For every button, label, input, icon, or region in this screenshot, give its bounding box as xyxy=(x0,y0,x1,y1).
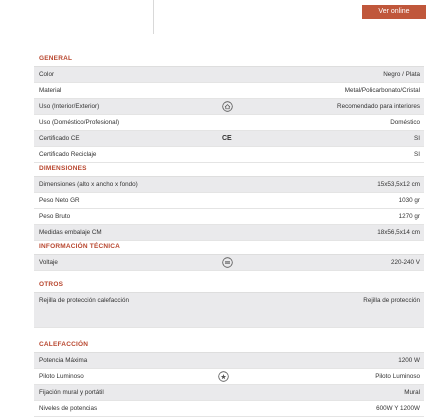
spec-label: Uso (Doméstico/Profesional) xyxy=(39,119,120,126)
spec-row: Dimensiones (alto x ancho x fondo) 15x53… xyxy=(34,177,424,193)
spec-label: Uso (Interior/Exterior) xyxy=(39,103,100,110)
spec-value: 1270 gr xyxy=(398,213,420,220)
spec-label: Potencia Máxima xyxy=(39,357,88,364)
spec-value: Rejilla de protección xyxy=(363,297,420,304)
spec-value: 1200 W xyxy=(398,357,420,364)
spec-value: Piloto Luminoso xyxy=(375,373,420,380)
spec-label: Peso Neto GR xyxy=(39,197,80,204)
pilot-light-icon xyxy=(218,371,229,382)
spec-row: Material Metal/Policarbonato/Cristal xyxy=(34,83,424,99)
section-calefaccion: CALEFACCIÓN Potencia Máxima 1200 W Pilot… xyxy=(34,338,424,417)
spec-row: Niveles de potencias 600W Y 1200W xyxy=(34,401,424,417)
section-otros: OTROS Rejilla de protección calefacción … xyxy=(34,278,424,328)
home-icon xyxy=(222,101,233,112)
section-title: OTROS xyxy=(34,278,424,293)
section-title: CALEFACCIÓN xyxy=(34,338,424,353)
spec-value: 15x53,5x12 cm xyxy=(377,181,420,188)
spec-label: Piloto Luminoso xyxy=(39,373,84,380)
spec-label: Fijación mural y portátil xyxy=(39,389,104,396)
section-dimensiones: DIMENSIONES Dimensiones (alto x ancho x … xyxy=(34,162,424,241)
spec-row: Rejilla de protección calefacción Rejill… xyxy=(34,293,424,328)
section-general: GENERAL Color Negro / Plata Material Met… xyxy=(34,52,424,163)
spec-label: Niveles de potencias xyxy=(39,405,98,412)
spec-row: Certificado Reciclaje SI xyxy=(34,147,424,163)
spec-row: Peso Neto GR 1030 gr xyxy=(34,193,424,209)
section-title: INFORMACIÓN TÉCNICA xyxy=(34,240,424,255)
section-tecnica: INFORMACIÓN TÉCNICA Voltaje 220-240 V xyxy=(34,240,424,271)
section-title: DIMENSIONES xyxy=(34,162,424,177)
spec-row: Medidas embalaje CM 18x56,5x14 cm xyxy=(34,225,424,241)
spec-label: Voltaje xyxy=(39,259,58,266)
spec-value: 18x56,5x14 cm xyxy=(377,229,420,236)
spec-label: Certificado Reciclaje xyxy=(39,151,97,158)
spec-value: Doméstico xyxy=(390,119,420,126)
spec-label: Rejilla de protección calefacción xyxy=(39,297,129,304)
spec-row: Certificado CE CE SI xyxy=(34,131,424,147)
spec-value: Recomendado para interiores xyxy=(337,103,420,110)
spec-value: SI xyxy=(414,135,420,142)
spec-value: Negro / Plata xyxy=(383,71,420,78)
spec-label: Dimensiones (alto x ancho x fondo) xyxy=(39,181,138,188)
spec-row: Piloto Luminoso Piloto Luminoso xyxy=(34,369,424,385)
spec-row: Uso (Doméstico/Profesional) Doméstico xyxy=(34,115,424,131)
ver-online-button[interactable]: Ver online xyxy=(362,5,426,19)
spec-label: Color xyxy=(39,71,55,78)
divider xyxy=(153,0,154,34)
spec-label: Peso Bruto xyxy=(39,213,71,220)
spec-row: Fijación mural y portátil Mural xyxy=(34,385,424,401)
spec-value: Metal/Policarbonato/Cristal xyxy=(344,87,420,94)
spec-row: Color Negro / Plata xyxy=(34,67,424,83)
spec-label: Material xyxy=(39,87,62,94)
spec-value: 1030 gr xyxy=(398,197,420,204)
spec-row: Uso (Interior/Exterior) Recomendado para… xyxy=(34,99,424,115)
top-bar: Ver online xyxy=(0,0,430,40)
spec-value: 220-240 V xyxy=(390,259,420,266)
spec-value: 600W Y 1200W xyxy=(376,405,420,412)
spec-row: Potencia Máxima 1200 W xyxy=(34,353,424,369)
spec-label: Medidas embalaje CM xyxy=(39,229,102,236)
ce-mark-icon: CE xyxy=(222,135,232,142)
spec-label: Certificado CE xyxy=(39,135,80,142)
voltage-icon xyxy=(222,257,233,268)
spec-row: Peso Bruto 1270 gr xyxy=(34,209,424,225)
section-title: GENERAL xyxy=(34,52,424,67)
spec-row: Voltaje 220-240 V xyxy=(34,255,424,271)
spec-value: SI xyxy=(414,151,420,158)
spec-value: Mural xyxy=(404,389,420,396)
